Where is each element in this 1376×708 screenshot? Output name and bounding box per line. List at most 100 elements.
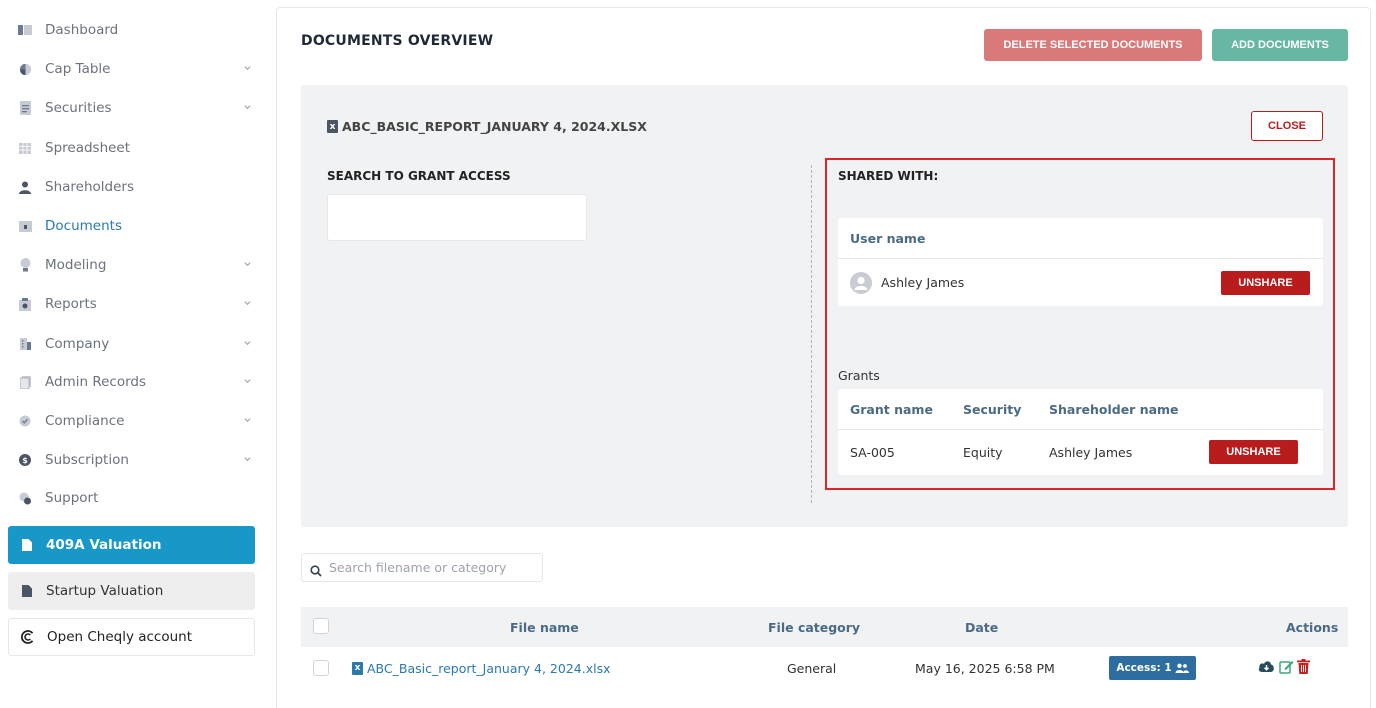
sidebar-item-label: Modeling bbox=[45, 257, 107, 273]
page-title: DOCUMENTS OVERVIEW bbox=[301, 33, 494, 49]
sidebar-item-support[interactable]: Support bbox=[0, 479, 265, 517]
document-search-box[interactable] bbox=[301, 553, 543, 582]
sidebar-item-label: Support bbox=[45, 490, 99, 506]
chevron-down-icon bbox=[243, 454, 253, 464]
file-name-text: ABC_Basic_report_January 4, 2024.xlsx bbox=[367, 660, 611, 676]
sidebar-item-admin-records[interactable]: Admin Records bbox=[0, 363, 265, 401]
chevron-down-icon bbox=[243, 102, 253, 112]
dashboard-icon bbox=[18, 23, 32, 37]
edit-icon[interactable] bbox=[1279, 659, 1296, 676]
building-icon bbox=[18, 337, 32, 351]
sidebar-item-label: Shareholders bbox=[45, 179, 134, 195]
unshare-user-button[interactable]: UNSHARE bbox=[1221, 271, 1310, 295]
sidebar-item-subscription[interactable]: $ Subscription bbox=[0, 441, 265, 479]
grant-name-column-header: Grant name bbox=[850, 401, 933, 417]
chevron-down-icon bbox=[243, 415, 253, 425]
records-icon bbox=[18, 375, 32, 389]
share-file-name: x ABC_BASIC_REPORT_JANUARY 4, 2024.XLSX bbox=[327, 119, 647, 134]
document-search-input[interactable] bbox=[329, 560, 529, 575]
search-grant-access-label: SEARCH TO GRANT ACCESS bbox=[327, 169, 511, 183]
document-icon bbox=[18, 101, 32, 115]
table-row: SA-005 Equity Ashley James UNSHARE bbox=[838, 430, 1323, 475]
sidebar-item-label: Company bbox=[45, 336, 110, 352]
main-content: DOCUMENTS OVERVIEW DELETE SELECTED DOCUM… bbox=[276, 7, 1371, 708]
search-icon bbox=[310, 562, 322, 577]
open-cheqly-account-button[interactable]: Open Cheqly account bbox=[8, 618, 255, 656]
date-column-header: Date bbox=[965, 619, 999, 635]
excel-file-icon: x bbox=[352, 661, 363, 675]
grant-name-cell: SA-005 bbox=[850, 445, 895, 460]
sidebar-item-label: Documents bbox=[45, 218, 122, 234]
sidebar-item-company[interactable]: Company bbox=[0, 325, 265, 363]
sidebar-item-label: Spreadsheet bbox=[45, 140, 131, 156]
security-cell: Equity bbox=[963, 445, 1003, 460]
sidebar-item-compliance[interactable]: Compliance bbox=[0, 402, 265, 440]
delete-selected-documents-button[interactable]: DELETE SELECTED DOCUMENTS bbox=[984, 29, 1202, 61]
shareholder-name-column-header: Shareholder name bbox=[1049, 401, 1179, 417]
pie-chart-icon bbox=[18, 62, 32, 76]
sidebar-item-securities[interactable]: Securities bbox=[0, 89, 265, 127]
grant-access-search-input[interactable] bbox=[327, 194, 587, 241]
chevron-down-icon bbox=[243, 376, 253, 386]
documents-table-header: File name File category Date Actions bbox=[301, 607, 1348, 647]
close-button[interactable]: CLOSE bbox=[1251, 111, 1323, 141]
dollar-circle-icon: $ bbox=[18, 453, 32, 467]
sidebar-item-label: Dashboard bbox=[45, 22, 119, 38]
users-icon bbox=[1175, 663, 1189, 673]
share-file-name-text: ABC_BASIC_REPORT_JANUARY 4, 2024.XLSX bbox=[342, 119, 647, 134]
table-row: x ABC_Basic_report_January 4, 2024.xlsx … bbox=[301, 647, 1348, 689]
409a-valuation-button[interactable]: 409A Valuation bbox=[8, 526, 255, 564]
select-all-checkbox[interactable] bbox=[313, 618, 329, 634]
support-icon bbox=[18, 491, 32, 505]
sidebar-item-shareholders[interactable]: Shareholders bbox=[0, 168, 265, 206]
sidebar-item-label: Subscription bbox=[45, 452, 129, 468]
panel-divider bbox=[811, 165, 812, 503]
chevron-down-icon bbox=[243, 298, 253, 308]
grants-label: Grants bbox=[838, 368, 880, 383]
shareholder-name-cell: Ashley James bbox=[1049, 445, 1133, 460]
startup-valuation-label: Startup Valuation bbox=[46, 583, 164, 599]
409a-valuation-label: 409A Valuation bbox=[46, 537, 162, 553]
sidebar-item-modeling[interactable]: Modeling bbox=[0, 246, 265, 284]
report-icon bbox=[18, 297, 32, 311]
sidebar-item-label: Compliance bbox=[45, 413, 125, 429]
sidebar-item-dashboard[interactable]: Dashboard bbox=[0, 11, 265, 49]
sidebar-item-label: Reports bbox=[45, 296, 97, 312]
document-icon bbox=[20, 584, 34, 598]
file-name-column-header: File name bbox=[510, 619, 579, 635]
sidebar-item-reports[interactable]: Reports bbox=[0, 285, 265, 323]
table-row: Ashley James UNSHARE bbox=[838, 259, 1323, 306]
shared-users-table: User name Ashley James UNSHARE bbox=[838, 218, 1323, 306]
sidebar-item-label: Admin Records bbox=[45, 374, 146, 390]
grants-table: Grant name Security Shareholder name SA-… bbox=[838, 389, 1323, 475]
chevron-down-icon bbox=[243, 338, 253, 348]
cheqly-logo-icon bbox=[21, 630, 35, 644]
chevron-down-icon bbox=[243, 259, 253, 269]
sidebar: Dashboard Cap Table Securities Spreadshe… bbox=[0, 0, 265, 708]
table-icon bbox=[18, 141, 32, 155]
delete-icon[interactable] bbox=[1297, 659, 1314, 676]
user-name-column-header: User name bbox=[838, 218, 1323, 259]
file-category-column-header: File category bbox=[768, 619, 861, 635]
document-icon bbox=[20, 538, 34, 552]
excel-file-icon: x bbox=[327, 120, 338, 133]
add-documents-button[interactable]: ADD DOCUMENTS bbox=[1212, 29, 1348, 61]
access-badge[interactable]: Access: 1 bbox=[1109, 656, 1196, 680]
sidebar-item-spreadsheet[interactable]: Spreadsheet bbox=[0, 129, 265, 167]
shared-with-label: SHARED WITH: bbox=[838, 169, 939, 183]
folder-icon bbox=[18, 219, 32, 233]
access-count: Access: 1 bbox=[1116, 662, 1172, 674]
lightbulb-icon bbox=[18, 258, 32, 272]
startup-valuation-button[interactable]: Startup Valuation bbox=[8, 572, 255, 610]
file-name-link[interactable]: x ABC_Basic_report_January 4, 2024.xlsx bbox=[352, 647, 610, 689]
row-select-checkbox[interactable] bbox=[313, 660, 329, 676]
sidebar-item-documents[interactable]: Documents bbox=[0, 207, 265, 245]
date-cell: May 16, 2025 6:58 PM bbox=[915, 660, 1055, 676]
open-cheqly-label: Open Cheqly account bbox=[47, 629, 193, 645]
sidebar-item-label: Cap Table bbox=[45, 61, 111, 77]
avatar bbox=[850, 271, 872, 294]
unshare-grant-button[interactable]: UNSHARE bbox=[1209, 440, 1298, 464]
sidebar-item-cap-table[interactable]: Cap Table bbox=[0, 50, 265, 88]
shared-user-name: Ashley James bbox=[881, 275, 965, 290]
download-icon[interactable] bbox=[1258, 659, 1275, 676]
